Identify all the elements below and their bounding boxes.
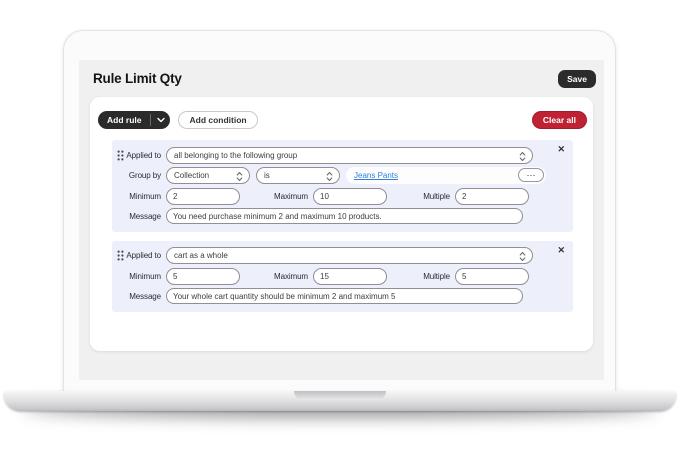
- rule-card-1: ✕ Applied to all belonging to the follow…: [112, 140, 573, 232]
- collection-link[interactable]: Jeans Pants: [354, 171, 398, 180]
- chevron-down-icon: [157, 117, 165, 123]
- maximum-input[interactable]: [313, 188, 387, 205]
- minimum-label: Minimum: [112, 192, 161, 201]
- add-rule-button[interactable]: Add rule: [98, 111, 150, 129]
- group-by-field-select[interactable]: Collection: [166, 167, 250, 184]
- rules-panel: Add rule Add condition Clear all ✕ Appli…: [90, 97, 593, 351]
- minimum-input[interactable]: [166, 268, 240, 285]
- group-by-operator-value: is: [264, 171, 270, 180]
- select-updown-icon: [236, 171, 243, 182]
- minimum-group: Minimum: [112, 188, 240, 205]
- applied-to-select[interactable]: cart as a whole: [166, 247, 533, 264]
- maximum-group: Maximum: [272, 188, 387, 205]
- rule-card-2: ✕ Applied to cart as a whole Minimum Max…: [112, 241, 573, 312]
- add-condition-button[interactable]: Add condition: [178, 111, 257, 129]
- maximum-input[interactable]: [313, 268, 387, 285]
- message-input[interactable]: [166, 208, 523, 224]
- group-by-row: Group by Collection is Jeans Pants ⋯: [112, 167, 573, 184]
- message-label: Message: [112, 292, 161, 301]
- clear-all-button[interactable]: Clear all: [532, 111, 587, 129]
- maximum-label: Maximum: [272, 272, 308, 281]
- message-row: Message: [112, 208, 573, 224]
- message-row: Message: [112, 288, 573, 304]
- save-button[interactable]: Save: [558, 70, 596, 88]
- applied-to-select[interactable]: all belonging to the following group: [166, 147, 533, 164]
- toolbar: Add rule Add condition Clear all: [98, 110, 587, 129]
- collection-link-area: Jeans Pants ⋯: [346, 167, 546, 184]
- applied-to-value: cart as a whole: [174, 251, 228, 260]
- message-input[interactable]: [166, 288, 523, 304]
- maximum-group: Maximum: [272, 268, 387, 285]
- limits-row: Minimum Maximum Multiple: [112, 268, 573, 285]
- select-updown-icon: [519, 251, 526, 262]
- multiple-label: Multiple: [420, 192, 450, 201]
- multiple-input[interactable]: [455, 268, 529, 285]
- app-screen: Rule Limit Qty Save Add rule Add conditi…: [79, 60, 604, 380]
- message-label: Message: [112, 212, 161, 221]
- select-updown-icon: [326, 171, 333, 182]
- multiple-input[interactable]: [455, 188, 529, 205]
- drag-handle-icon[interactable]: [116, 250, 124, 262]
- close-icon[interactable]: ✕: [555, 143, 567, 156]
- select-updown-icon: [519, 151, 526, 162]
- limits-row: Minimum Maximum Multiple: [112, 188, 573, 205]
- add-rule-dropdown-toggle[interactable]: [151, 111, 170, 129]
- group-by-operator-select[interactable]: is: [256, 167, 340, 184]
- app-header: Rule Limit Qty Save: [93, 60, 596, 97]
- minimum-label: Minimum: [112, 272, 161, 281]
- minimum-input[interactable]: [166, 188, 240, 205]
- close-icon[interactable]: ✕: [555, 244, 567, 257]
- maximum-label: Maximum: [272, 192, 308, 201]
- drag-handle-icon[interactable]: [116, 149, 124, 161]
- multiple-group: Multiple: [420, 188, 529, 205]
- applied-to-row: Applied to cart as a whole: [112, 247, 573, 264]
- rules-list: ✕ Applied to all belonging to the follow…: [112, 140, 573, 321]
- multiple-group: Multiple: [420, 268, 529, 285]
- minimum-group: Minimum: [112, 268, 240, 285]
- multiple-label: Multiple: [420, 272, 450, 281]
- ellipsis-icon: ⋯: [527, 171, 536, 180]
- applied-to-row: Applied to all belonging to the followin…: [112, 147, 573, 164]
- add-rule-split-button: Add rule: [98, 111, 170, 129]
- applied-to-value: all belonging to the following group: [174, 151, 297, 160]
- group-by-field-value: Collection: [174, 171, 209, 180]
- group-by-label: Group by: [112, 171, 161, 180]
- laptop-base-notch: [294, 391, 386, 400]
- more-options-button[interactable]: ⋯: [518, 168, 544, 182]
- page-title: Rule Limit Qty: [93, 71, 182, 86]
